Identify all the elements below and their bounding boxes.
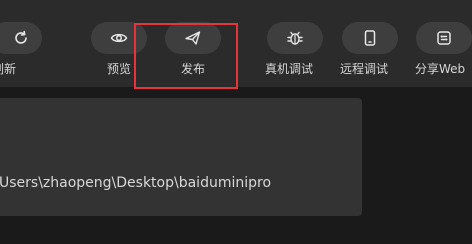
- remote-debug-label: 远程调试: [340, 62, 389, 76]
- publish-pill[interactable]: [165, 22, 221, 54]
- project-panel: Users\zhaopeng\Desktop\baiduminipro: [0, 98, 362, 216]
- preview-pill[interactable]: [91, 22, 147, 54]
- project-path: Users\zhaopeng\Desktop\baiduminipro: [0, 175, 272, 191]
- top-toolbar: 刷新 预览 发布: [0, 0, 472, 87]
- device-debug-pill[interactable]: [267, 22, 323, 54]
- preview-label: 预览: [106, 62, 131, 76]
- remote-debug-pill[interactable]: [342, 22, 398, 54]
- refresh-button[interactable]: 刷新: [0, 22, 50, 80]
- publish-button[interactable]: 发布: [165, 22, 221, 80]
- share-web-button[interactable]: 分享Web: [415, 22, 472, 80]
- refresh-icon: [15, 30, 27, 44]
- refresh-pill[interactable]: [0, 22, 42, 54]
- bug-icon: [287, 31, 303, 45]
- refresh-label: 刷新: [0, 62, 17, 76]
- eye-icon: [110, 33, 128, 43]
- share-web-label: 分享Web: [415, 62, 466, 76]
- share-web-pill[interactable]: [416, 22, 472, 54]
- device-debug-button[interactable]: 真机调试: [265, 22, 323, 80]
- share-link-icon: [437, 31, 451, 45]
- paper-plane-icon: [185, 31, 201, 45]
- remote-debug-button[interactable]: 远程调试: [340, 22, 398, 80]
- device-debug-label: 真机调试: [265, 62, 314, 76]
- devtools-window: 刷新 预览 发布: [0, 0, 472, 244]
- phone-icon: [364, 30, 376, 46]
- publish-label: 发布: [180, 62, 205, 76]
- preview-button[interactable]: 预览: [91, 22, 147, 80]
